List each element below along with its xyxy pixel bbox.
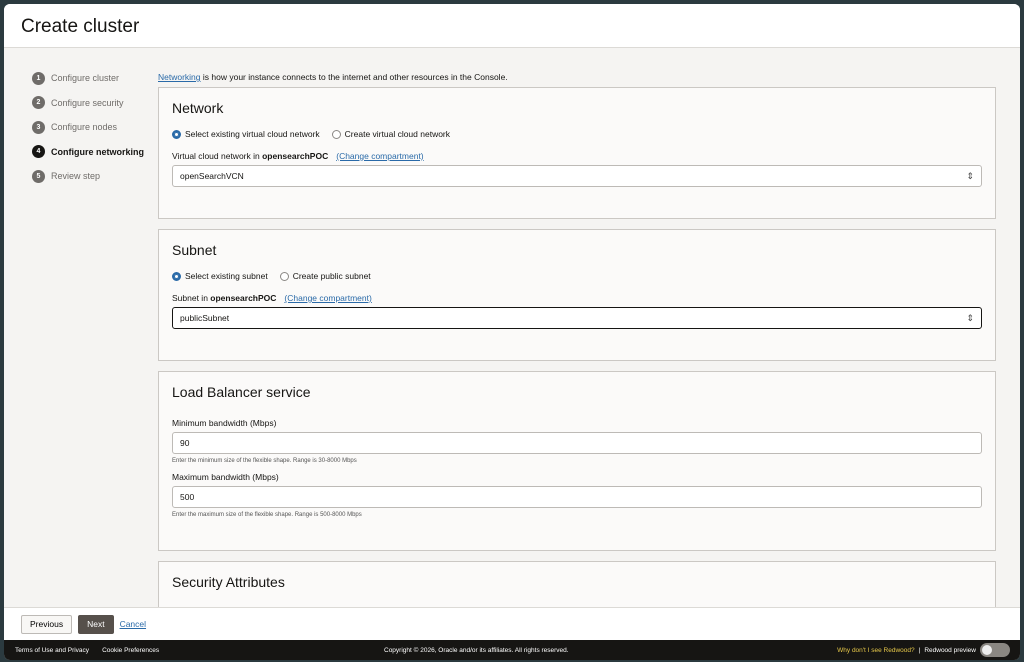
radio-checked-icon	[172, 271, 181, 281]
load-balancer-title: Load Balancer service	[172, 384, 311, 400]
step-number: 1	[32, 71, 45, 85]
subnet-select[interactable]: publicSubnet ⇕	[172, 307, 982, 329]
radio-unchecked-icon	[279, 271, 289, 281]
page-title: Create cluster	[4, 4, 1020, 48]
step-configure-nodes[interactable]: 3 Configure nodes	[32, 115, 144, 140]
step-label: Configure security	[51, 97, 124, 108]
radio-create-public-subnet[interactable]: Create public subnet	[279, 271, 371, 281]
min-bandwidth-label: Minimum bandwidth (Mbps)	[172, 418, 277, 428]
radio-label: Select existing virtual cloud network	[185, 129, 320, 139]
radio-checked-icon	[172, 129, 181, 139]
change-compartment-link[interactable]: (Change compartment)	[284, 293, 371, 303]
step-number: 4	[32, 145, 45, 159]
step-review[interactable]: 5 Review step	[32, 164, 144, 189]
max-bandwidth-input[interactable]: 500	[172, 486, 982, 508]
step-label: Configure nodes	[51, 122, 118, 133]
copyright: Copyright © 2026, Oracle and/or its affi…	[384, 646, 569, 654]
footer: Terms of Use and Privacy Cookie Preferenc…	[4, 640, 1020, 660]
terms-link[interactable]: Terms of Use and Privacy	[15, 647, 89, 654]
radio-select-existing-vcn[interactable]: Select existing virtual cloud network	[172, 129, 320, 139]
radio-label: Select existing subnet	[185, 271, 268, 281]
max-bandwidth-help: Enter the maximum size of the flexible s…	[172, 512, 362, 518]
min-bandwidth-input[interactable]: 90	[172, 432, 982, 454]
intro-text: Networking is how your instance connects…	[158, 72, 996, 82]
select-value: openSearchVCN	[180, 171, 244, 181]
subnet-label: Subnet in opensearchPOC (Change compartme…	[172, 293, 982, 303]
label-text: Virtual cloud network in	[172, 151, 263, 161]
select-value: publicSubnet	[180, 313, 230, 323]
step-configure-cluster[interactable]: 1 Configure cluster	[32, 66, 144, 91]
wizard-steps: 1 Configure cluster 2 Configure security 3…	[32, 66, 144, 189]
radio-label: Create virtual cloud network	[344, 129, 451, 139]
cookie-preferences-link[interactable]: Cookie Preferences	[102, 647, 159, 654]
compartment-name: opensearchPOC	[262, 151, 329, 161]
step-label: Configure networking	[51, 146, 144, 157]
chevron-up-down-icon: ⇕	[966, 170, 974, 181]
cancel-link[interactable]: Cancel	[120, 619, 146, 629]
max-bandwidth-label: Maximum bandwidth (Mbps)	[172, 472, 279, 482]
radio-unchecked-icon	[331, 129, 341, 139]
radio-select-existing-subnet[interactable]: Select existing subnet	[172, 271, 268, 281]
step-configure-networking[interactable]: 4 Configure networking	[32, 140, 144, 165]
why-redwood-link[interactable]: Why don't I see Redwood?	[837, 647, 914, 654]
redwood-preview-label: Redwood preview	[924, 646, 976, 654]
previous-button[interactable]: Previous	[21, 614, 73, 634]
separator: |	[918, 646, 921, 654]
radio-create-vcn[interactable]: Create virtual cloud network	[331, 129, 451, 139]
step-label: Configure cluster	[51, 73, 120, 84]
intro-body: is how your instance connects to the int…	[200, 72, 508, 82]
redwood-preview-toggle[interactable]	[980, 643, 1010, 657]
input-value: 500	[180, 492, 195, 502]
wizard-actions: Previous Next Cancel	[4, 607, 1020, 640]
label-text: Subnet in	[172, 293, 211, 303]
step-configure-security[interactable]: 2 Configure security	[32, 91, 144, 116]
next-button[interactable]: Next	[78, 614, 114, 634]
subnet-section: Subnet Select existing subnet Create pub…	[158, 229, 996, 361]
network-title: Network	[172, 100, 224, 116]
create-cluster-window: Create cluster 1 Configure cluster 2 Confi…	[4, 4, 1020, 660]
radio-label: Create public subnet	[292, 271, 371, 281]
step-number: 5	[32, 169, 45, 183]
networking-link[interactable]: Networking	[158, 72, 201, 82]
compartment-name: opensearchPOC	[210, 293, 277, 303]
vcn-label: Virtual cloud network in opensearchPOC (C…	[172, 151, 982, 161]
step-number: 2	[32, 96, 45, 110]
step-number: 3	[32, 120, 45, 134]
subnet-title: Subnet	[172, 242, 217, 258]
load-balancer-section: Load Balancer service Minimum bandwidth …	[158, 371, 996, 551]
network-section: Network Select existing virtual cloud ne…	[158, 87, 996, 219]
main-content: Networking is how your instance connects…	[158, 72, 996, 607]
input-value: 90	[180, 438, 190, 448]
change-compartment-link[interactable]: (Change compartment)	[336, 151, 423, 161]
vcn-select[interactable]: openSearchVCN ⇕	[172, 165, 982, 187]
min-bandwidth-help: Enter the minimum size of the flexible s…	[172, 458, 357, 464]
security-attributes-title: Security Attributes	[172, 574, 285, 590]
chevron-up-down-icon: ⇕	[966, 312, 974, 323]
security-attributes-section: Security Attributes	[158, 561, 996, 607]
step-label: Review step	[51, 171, 101, 182]
